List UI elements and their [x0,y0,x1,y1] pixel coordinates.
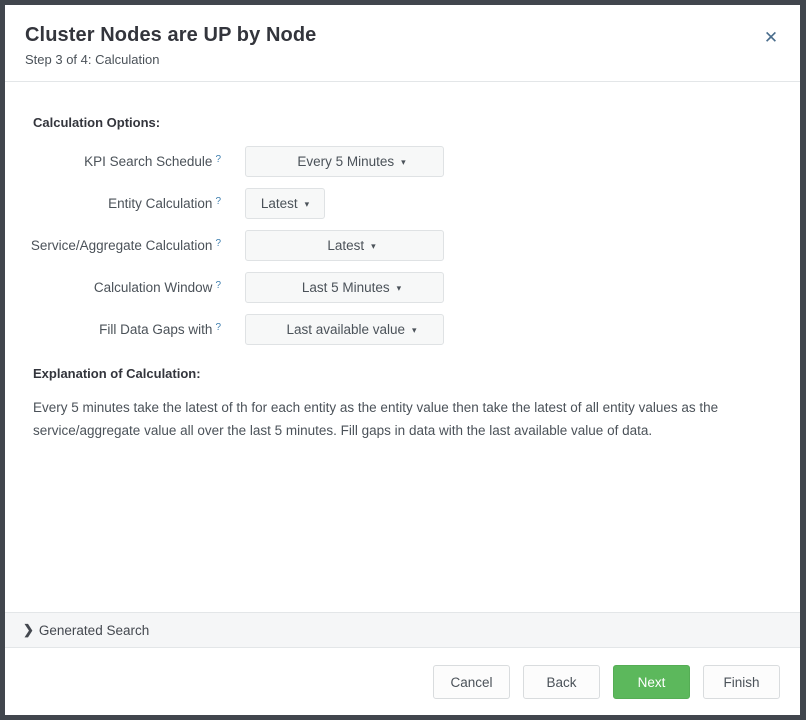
dropdown-value: Last 5 Minutes [301,280,390,295]
back-button[interactable]: Back [523,665,600,699]
label-fill-data-gaps-with: Fill Data Gaps with ? [5,314,223,337]
chevron-down-icon: ▾ [401,157,406,167]
chevron-down-icon: ▾ [396,283,402,293]
dropdown-value: Last available value [286,322,406,337]
cancel-button[interactable]: Cancel [433,665,510,699]
label-calculation-window: Calculation Window ? [5,272,223,295]
label-kpi-search-schedule: KPI Search Schedule ? [5,146,223,169]
calculation-options-heading: Calculation Options: [33,115,161,130]
form-row-entity-calculation: Entity Calculation ? Latest ▾ [5,188,800,219]
label-text: Service/Aggregate Calculation [30,238,213,253]
dropdown-entity-calculation[interactable]: Latest ▾ [245,188,325,219]
help-icon[interactable]: ? [215,155,221,165]
dropdown-wrap-calculation-window: Last 5 Minutes ▾ [245,272,444,303]
form-row-fill-data-gaps-with: Fill Data Gaps with ? Last available val… [5,314,800,345]
dropdown-fill-data-gaps-with[interactable]: Last available value ▾ [245,314,444,345]
window-frame: Cluster Nodes are UP by Node Step 3 of 4… [0,0,806,720]
label-entity-calculation: Entity Calculation ? [5,188,223,211]
modal-header: Cluster Nodes are UP by Node Step 3 of 4… [5,5,800,82]
finish-button[interactable]: Finish [703,665,780,699]
dropdown-value: Every 5 Minutes [297,154,395,169]
dropdown-wrap-service-aggregate-calculation: Latest ▾ [245,230,444,261]
dropdown-service-aggregate-calculation[interactable]: Latest ▾ [245,230,444,261]
chevron-right-icon: ❯ [23,622,34,637]
next-button[interactable]: Next [613,665,690,699]
dropdown-calculation-window[interactable]: Last 5 Minutes ▾ [245,272,444,303]
dropdown-wrap-kpi-search-schedule: Every 5 Minutes ▾ [245,146,444,177]
modal-body: Calculation Options: KPI Search Schedule… [5,82,800,612]
chevron-down-icon: ▾ [412,325,417,335]
dropdown-kpi-search-schedule[interactable]: Every 5 Minutes ▾ [245,146,444,177]
label-service-aggregate-calculation: Service/Aggregate Calculation ? [5,230,223,253]
chevron-down-icon: ▾ [371,241,376,251]
dropdown-wrap-entity-calculation: Latest ▾ [245,188,325,219]
generated-search-label: Generated Search [38,622,150,638]
form-row-service-aggregate-calculation: Service/Aggregate Calculation ? Latest ▾ [5,230,800,261]
form-row-calculation-window: Calculation Window ? Last 5 Minutes ▾ [5,272,800,303]
explanation-heading: Explanation of Calculation: [33,366,201,381]
close-icon[interactable]: ✕ [760,27,782,49]
dialog-step-subtitle: Step 3 of 4: Calculation [25,52,160,67]
help-icon[interactable]: ? [215,323,221,333]
help-icon[interactable]: ? [215,197,221,207]
modal-dialog: Cluster Nodes are UP by Node Step 3 of 4… [5,5,800,715]
form-row-kpi-search-schedule: KPI Search Schedule ? Every 5 Minutes ▾ [5,146,800,177]
dropdown-value: Latest [327,238,365,253]
label-text: Entity Calculation [108,196,213,211]
dropdown-value: Latest [260,196,298,211]
modal-footer: Cancel Back Next Finish [5,649,800,715]
label-text: KPI Search Schedule [84,154,213,169]
page-title: Cluster Nodes are UP by Node [25,24,317,46]
help-icon[interactable]: ? [215,239,221,249]
label-text: Fill Data Gaps with [99,322,213,337]
label-text: Calculation Window [93,280,213,295]
help-icon[interactable]: ? [215,281,221,291]
explanation-text: Every 5 minutes take the latest of th fo… [33,400,719,438]
dropdown-wrap-fill-data-gaps-with: Last available value ▾ [245,314,444,345]
generated-search-toggle[interactable]: ❯ Generated Search [5,612,800,648]
chevron-down-icon: ▾ [304,199,310,209]
